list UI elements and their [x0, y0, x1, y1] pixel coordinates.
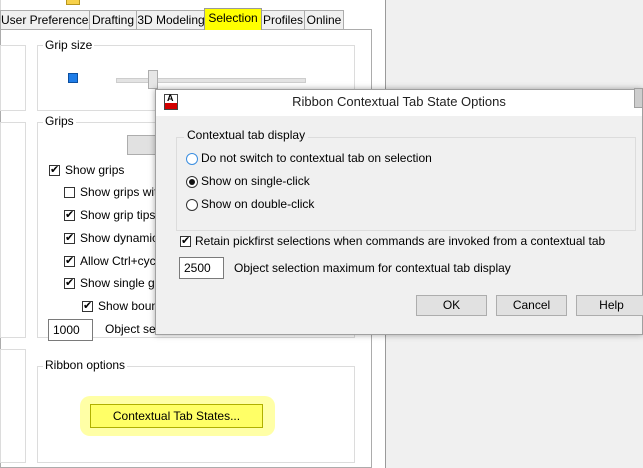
show-grips-checkbox[interactable] — [49, 163, 60, 177]
folder-icon — [66, 0, 80, 5]
allow-ctrl-cycling-checkbox[interactable] — [64, 254, 75, 268]
grip-size-label: Grip size — [43, 38, 95, 52]
show-boundary-checkbox[interactable] — [82, 299, 93, 313]
grips-label: Grips — [43, 114, 76, 128]
ribbon-contextual-tab-state-dialog: A Ribbon Contextual Tab State Options Co… — [155, 89, 643, 335]
show-grips-within-blocks-checkbox[interactable] — [64, 187, 75, 198]
object-selection-limit-input[interactable]: 1000 — [48, 319, 93, 341]
radio-double-click[interactable] — [186, 199, 198, 211]
left-group-fragment — [0, 45, 26, 111]
radio-no-switch-label: Do not switch to contextual tab on selec… — [201, 151, 432, 165]
tab-online[interactable]: Online — [304, 10, 344, 29]
object-selection-maximum-label: Object selection maximum for contextual … — [234, 261, 511, 275]
contextual-tab-states-button[interactable]: Contextual Tab States... — [90, 404, 263, 428]
radio-double-click-label: Show on double-click — [201, 197, 315, 211]
retain-pickfirst-label: Retain pickfirst selections when command… — [195, 234, 606, 248]
grip-size-slider-thumb[interactable] — [148, 70, 159, 89]
show-grips-label: Show grips — [65, 163, 125, 177]
tab-selection[interactable]: Selection — [204, 8, 262, 30]
grip-preview-icon — [68, 73, 78, 83]
ok-button[interactable]: OK — [416, 295, 487, 316]
grip-size-slider-track[interactable] — [116, 78, 306, 83]
ribbon-options-label: Ribbon options — [43, 358, 128, 372]
radio-single-click[interactable] — [186, 176, 198, 188]
radio-single-click-label: Show on single-click — [201, 174, 310, 188]
tab-user-preferences[interactable]: User Preferences — [0, 10, 94, 29]
left-group-fragment — [0, 349, 26, 463]
tab-profiles[interactable]: Profiles — [261, 10, 305, 29]
scrollbar-thumb[interactable] — [634, 88, 643, 108]
left-group-fragment — [0, 122, 26, 338]
show-single-grip-checkbox[interactable] — [64, 276, 75, 290]
radio-no-switch[interactable] — [186, 153, 198, 165]
show-grip-tips-checkbox[interactable] — [64, 208, 75, 222]
tab-drafting[interactable]: Drafting — [89, 10, 137, 29]
object-selection-limit-label: Object sel — [105, 322, 159, 336]
tab-3d-modeling[interactable]: 3D Modeling — [136, 10, 206, 29]
retain-pickfirst-checkbox[interactable] — [180, 234, 191, 248]
dialog-title: Ribbon Contextual Tab State Options — [292, 94, 506, 109]
object-selection-maximum-input[interactable]: 2500 — [179, 257, 224, 279]
show-grip-tips-label: Show grip tips — [80, 208, 156, 222]
contextual-tab-display-label: Contextual tab display — [184, 128, 309, 142]
help-button[interactable]: Help — [576, 295, 643, 316]
cancel-button[interactable]: Cancel — [496, 295, 567, 316]
show-dynamic-grip-menu-checkbox[interactable] — [64, 231, 75, 245]
show-grips-within-blocks-label: Show grips with — [80, 185, 165, 199]
